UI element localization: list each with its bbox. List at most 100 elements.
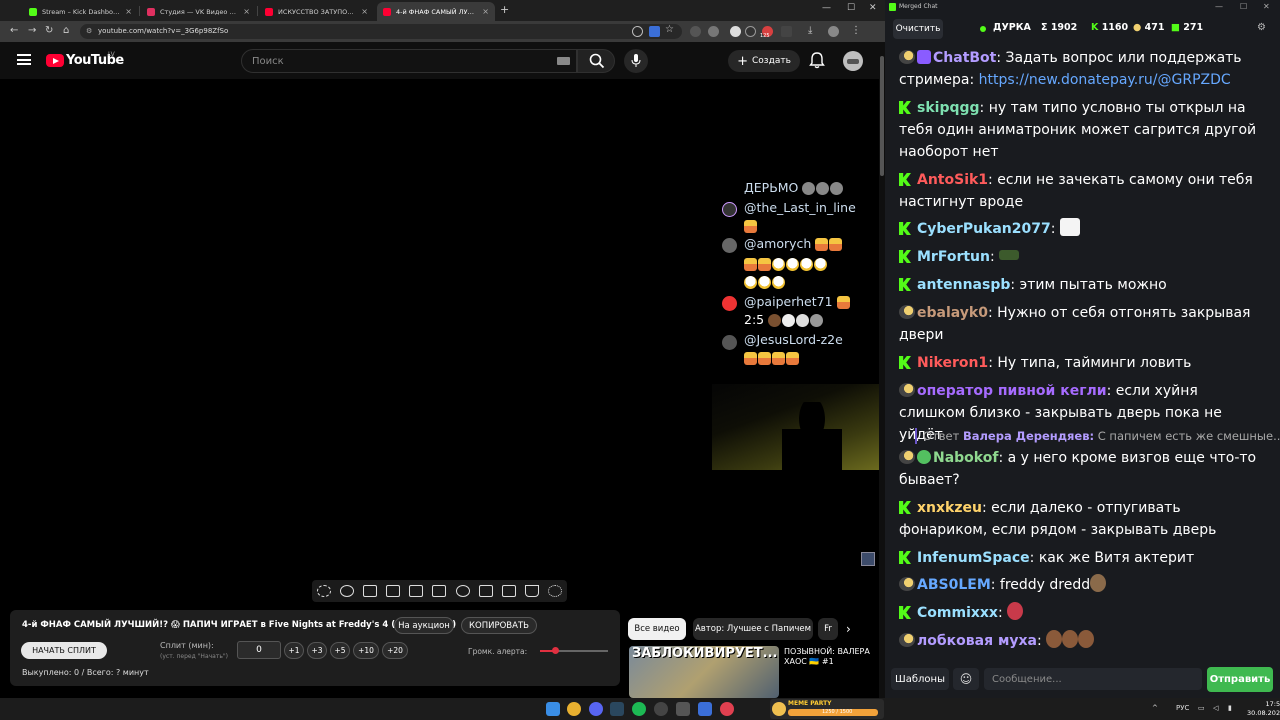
- chat-nick[interactable]: antennaspb: [917, 277, 1010, 293]
- clear-chat-button[interactable]: Очистить: [893, 19, 943, 39]
- close-icon[interactable]: ×: [125, 7, 132, 16]
- chat-nick[interactable]: MrFortun: [917, 249, 990, 265]
- spotify-icon[interactable]: [632, 702, 646, 716]
- chat-nick[interactable]: Nikeron1: [917, 355, 988, 371]
- chip-author[interactable]: Автор: Лучшее с Папичем: [693, 618, 813, 640]
- site-info-icon[interactable]: ⚙: [86, 24, 92, 39]
- chat-nick[interactable]: ebalayk0: [917, 305, 988, 321]
- video-corner-icon[interactable]: [861, 552, 875, 566]
- screen-record-icon[interactable]: [362, 585, 377, 597]
- gear-icon[interactable]: [548, 585, 563, 597]
- alert-volume-knob[interactable]: [551, 647, 559, 654]
- meme-party-widget[interactable]: MEME PARTY 1250 / 1500: [770, 699, 884, 719]
- tab-vk-studio[interactable]: Студия — VK Видео Live ×: [141, 2, 256, 21]
- chat-nick[interactable]: ABS0LEM: [917, 577, 991, 593]
- tab-kick-dashboard[interactable]: Stream – Kick Dashboard ×: [23, 2, 138, 21]
- close-window-icon[interactable]: ✕: [869, 3, 877, 13]
- add-3-button[interactable]: +3: [307, 642, 327, 659]
- extension-icon[interactable]: [745, 26, 756, 37]
- notifications-bell-icon[interactable]: [809, 52, 825, 69]
- gear-icon[interactable]: ⚙: [1257, 22, 1266, 33]
- clapper-icon[interactable]: [386, 585, 401, 597]
- split-minutes-input[interactable]: 0: [237, 641, 281, 659]
- start-split-button[interactable]: НАЧАТЬ СПЛИТ: [21, 642, 107, 659]
- search-icon[interactable]: [632, 26, 643, 37]
- steam-icon[interactable]: [610, 702, 624, 716]
- broadcast-icon[interactable]: [339, 585, 354, 597]
- tab-youtube-active[interactable]: 4-й ФНАФ САМЫЙ ЛУЧШИ... ×: [377, 2, 495, 21]
- clock[interactable]: 17:59 30.08.2026: [1247, 700, 1280, 718]
- new-tab-icon[interactable]: +: [500, 3, 509, 16]
- home-icon[interactable]: ⌂: [63, 25, 69, 36]
- chat-link[interactable]: https://new.donatepay.ru/@GRPZDC: [979, 72, 1231, 88]
- add-10-button[interactable]: +10: [353, 642, 379, 659]
- search-button[interactable]: [577, 49, 615, 73]
- app-icon[interactable]: [676, 702, 690, 716]
- minimize-icon[interactable]: —: [822, 3, 831, 13]
- speed-icon[interactable]: [455, 585, 470, 597]
- add-5-button[interactable]: +5: [330, 642, 350, 659]
- keyboard-icon[interactable]: [557, 57, 570, 65]
- chip-all-videos[interactable]: Все видео: [628, 618, 686, 640]
- chat-nick[interactable]: skipqgg: [917, 100, 980, 116]
- puzzle-icon[interactable]: [781, 26, 792, 37]
- subtitles-icon[interactable]: [432, 585, 447, 597]
- add-1-button[interactable]: +1: [284, 642, 304, 659]
- windows-start-icon[interactable]: [546, 702, 560, 716]
- add-playlist-icon[interactable]: [478, 585, 493, 597]
- chat-nick[interactable]: InfenumSpace: [917, 550, 1030, 566]
- tab-youtube-1[interactable]: ИСКУССТВО ЗАТУПОВ - YouTube ×: [259, 2, 374, 21]
- avatar[interactable]: [843, 51, 863, 71]
- chat-nick[interactable]: оператор пивной кегли: [917, 383, 1107, 399]
- star-icon[interactable]: ☆: [665, 24, 674, 35]
- menu-icon[interactable]: ⋮: [851, 25, 861, 36]
- copy-button[interactable]: КОПИРОВАТЬ: [461, 617, 537, 634]
- voice-search-button[interactable]: [624, 49, 648, 73]
- camera-icon[interactable]: [501, 585, 516, 597]
- alert-volume-slider[interactable]: [540, 647, 608, 654]
- add-20-button[interactable]: +20: [382, 642, 408, 659]
- maximize-icon[interactable]: ☐: [847, 3, 855, 13]
- chevron-right-icon[interactable]: ›: [846, 622, 851, 636]
- loop-icon[interactable]: [316, 585, 331, 597]
- download-icon[interactable]: ⤓: [808, 25, 812, 36]
- app-icon[interactable]: [720, 702, 734, 716]
- translate-icon[interactable]: [649, 26, 660, 37]
- chat-nick[interactable]: xnxkzeu: [917, 500, 982, 516]
- templates-button[interactable]: Шаблоны: [891, 668, 949, 690]
- chat-nick[interactable]: Commixxx: [917, 605, 998, 621]
- network-icon[interactable]: ▭: [1198, 704, 1205, 712]
- hamburger-menu-icon[interactable]: [17, 54, 31, 66]
- discord-icon[interactable]: [589, 702, 603, 716]
- send-button[interactable]: Отправить: [1207, 667, 1273, 692]
- youtube-logo-icon[interactable]: [46, 54, 64, 67]
- create-button[interactable]: + Создать: [728, 50, 800, 72]
- auction-button[interactable]: На аукцион: [394, 617, 454, 634]
- reload-icon[interactable]: ↻: [45, 25, 53, 36]
- extension-icon[interactable]: [690, 26, 701, 37]
- extension-icon[interactable]: [708, 26, 719, 37]
- picture-in-picture-icon[interactable]: [409, 585, 424, 597]
- scrollbar-thumb[interactable]: [880, 56, 884, 176]
- chat-nick[interactable]: CyberPukan2077: [917, 221, 1051, 237]
- chat-nick[interactable]: AntoSik1: [917, 172, 988, 188]
- profile-icon[interactable]: [828, 26, 839, 37]
- message-input[interactable]: [984, 668, 1202, 690]
- chrome-icon[interactable]: [567, 702, 581, 716]
- close-icon[interactable]: ×: [243, 7, 250, 16]
- volume-icon[interactable]: ◁: [1213, 704, 1218, 712]
- maximize-icon[interactable]: ☐: [1240, 2, 1247, 11]
- app-icon[interactable]: [698, 702, 712, 716]
- obs-icon[interactable]: [654, 702, 668, 716]
- close-window-icon[interactable]: ✕: [1263, 2, 1270, 11]
- chat-nick[interactable]: лобковая муха: [917, 633, 1037, 649]
- chevron-up-icon[interactable]: ^: [1152, 704, 1158, 712]
- flask-icon[interactable]: [525, 585, 540, 597]
- language-indicator[interactable]: РУС: [1176, 704, 1189, 712]
- battery-icon[interactable]: ▮: [1228, 704, 1232, 712]
- forward-icon[interactable]: →: [28, 25, 36, 36]
- extension-icon[interactable]: [730, 26, 741, 37]
- chip-more[interactable]: Fr: [818, 618, 838, 640]
- youtube-logo-text[interactable]: YouTube: [66, 53, 124, 68]
- reply-quote[interactable]: Ответ Валера Дерендяев: С папичем есть ж…: [915, 428, 1280, 444]
